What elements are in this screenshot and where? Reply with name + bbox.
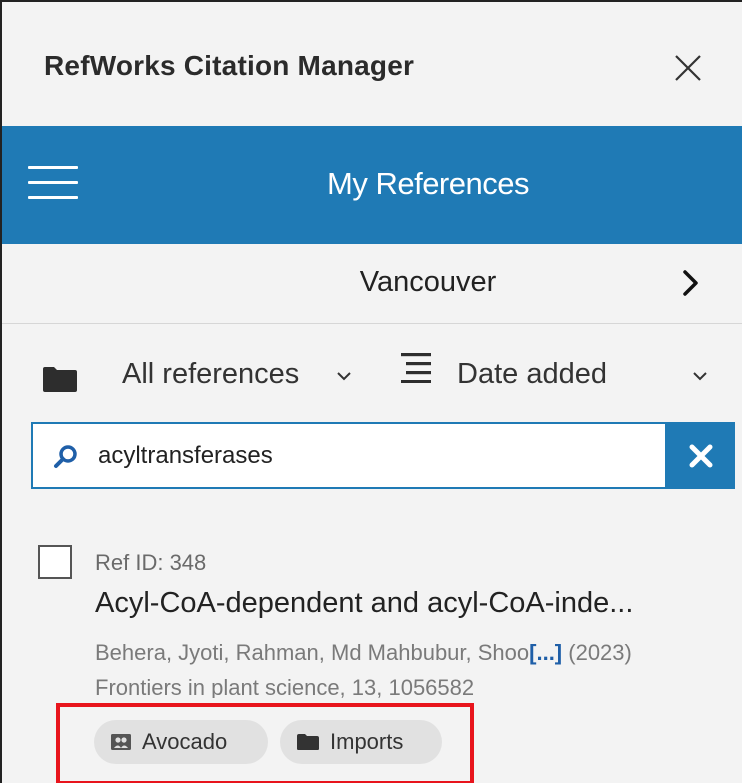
tag-imports[interactable]: Imports	[280, 720, 442, 764]
tag-label: Avocado	[142, 729, 228, 754]
sort-icon	[401, 353, 431, 383]
close-button[interactable]	[666, 46, 710, 90]
tag-label: Imports	[330, 729, 404, 754]
clear-search-button[interactable]	[667, 422, 735, 489]
clear-icon	[689, 444, 713, 467]
title-bar: RefWorks Citation Manager	[2, 2, 742, 126]
citation-style-label: Vancouver	[359, 266, 497, 298]
citation-style-selector[interactable]: Vancouver	[2, 244, 742, 324]
reference-authors: Behera, Jyoti, Rahman, Md Mahbubur, Shoo…	[95, 640, 632, 666]
search-input[interactable]	[98, 438, 658, 474]
filter-row	[2, 342, 742, 406]
folder-filter-dropdown[interactable]: All references	[122, 358, 299, 391]
chevron-right-icon[interactable]	[680, 268, 702, 298]
tag-avocado[interactable]: Avocado	[94, 720, 268, 764]
nav-bar: My References	[2, 126, 742, 244]
chevron-down-icon[interactable]	[336, 371, 352, 383]
close-icon	[675, 55, 701, 81]
nav-title: My References	[327, 166, 529, 201]
authors-more-link[interactable]: [...]	[529, 640, 562, 665]
folder-icon	[297, 734, 319, 750]
reference-year: (2023)	[562, 640, 632, 665]
chevron-down-icon[interactable]	[692, 371, 708, 383]
search-icon	[54, 445, 77, 468]
reference-title[interactable]: Acyl-CoA-dependent and acyl-CoA-inde...	[95, 587, 735, 620]
sort-dropdown[interactable]: Date added	[457, 358, 607, 391]
reference-checkbox[interactable]	[38, 545, 72, 579]
citation-manager-panel: RefWorks Citation Manager My References …	[0, 0, 742, 783]
reference-journal: Frontiers in plant science, 13, 1056582	[95, 675, 475, 698]
shared-folder-icon	[111, 734, 131, 750]
reference-id: Ref ID: 348	[95, 550, 207, 575]
app-title: RefWorks Citation Manager	[44, 50, 415, 81]
search-box	[31, 422, 667, 489]
folder-icon	[43, 367, 77, 392]
authors-text: Behera, Jyoti, Rahman, Md Mahbubur, Shoo	[95, 640, 530, 665]
